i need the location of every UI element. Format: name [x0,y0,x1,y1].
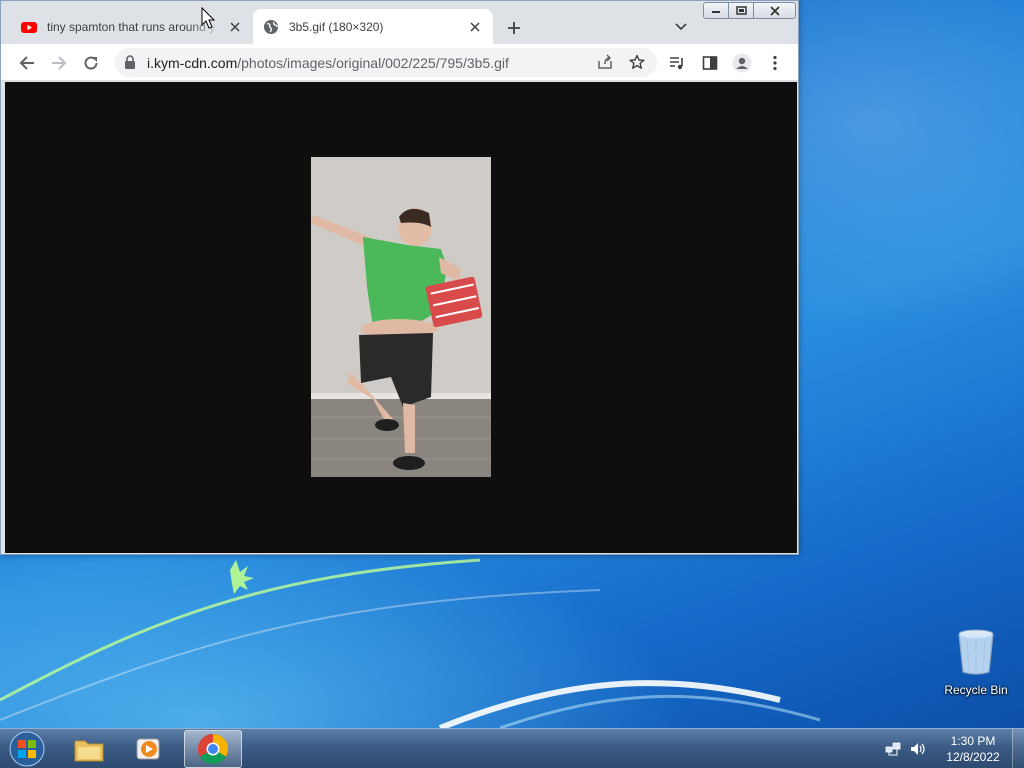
globe-icon [263,19,279,35]
url-host: i.kym-cdn.com [147,55,238,71]
new-tab-button[interactable] [501,15,527,41]
lock-icon[interactable] [124,55,136,72]
taskbar-chrome[interactable] [184,730,242,768]
taskbar-media-player[interactable] [120,730,178,768]
share-icon[interactable] [597,54,613,73]
media-player-icon [136,738,160,760]
profile-avatar-icon[interactable] [728,49,756,77]
network-icon[interactable] [884,740,902,758]
recycle-bin-label: Recycle Bin [944,683,1008,697]
clock-time: 1:30 PM [950,734,996,748]
youtube-icon [21,19,37,35]
chrome-window: tiny spamton that runs around y 3b5.gif … [0,0,799,555]
minimize-button[interactable] [703,2,729,19]
side-panel-icon[interactable] [696,49,724,77]
taskbar-file-explorer[interactable] [60,730,118,768]
back-button[interactable] [13,49,41,77]
forward-button[interactable] [45,49,73,77]
volume-icon[interactable] [908,740,926,758]
taskbar-clock[interactable]: 1:30 PM 12/8/2022 [938,733,1008,765]
tab-title: 3b5.gif (180×320) [289,19,384,34]
close-tab-icon[interactable] [227,19,243,35]
desktop-icon-recycle-bin[interactable]: Recycle Bin [938,628,1014,700]
tab-strip: tiny spamton that runs around y 3b5.gif … [1,1,798,44]
menu-kebab-icon[interactable] [761,49,789,77]
toolbar: i.kym-cdn.com/photos/images/original/002… [1,44,798,81]
system-tray [884,729,932,768]
reload-button[interactable] [77,49,105,77]
media-controls-icon[interactable] [663,49,691,77]
recycle-bin-icon [958,629,994,675]
show-desktop-button[interactable] [1012,729,1024,768]
file-explorer-icon [74,740,104,762]
address-bar[interactable]: i.kym-cdn.com/photos/images/original/002… [115,48,657,77]
bookmark-star-icon[interactable] [629,54,645,73]
chrome-icon [197,734,229,765]
url-text[interactable]: i.kym-cdn.com/photos/images/original/002… [147,55,509,71]
start-button[interactable] [4,730,50,768]
tab-gif[interactable]: 3b5.gif (180×320) [253,9,493,44]
clock-date: 12/8/2022 [946,750,1000,764]
tab-search-chevron-icon[interactable] [669,15,693,39]
gif-image[interactable] [311,157,491,477]
tab-youtube[interactable]: tiny spamton that runs around y [11,9,253,44]
taskbar: 1:30 PM 12/8/2022 [0,728,1024,768]
window-close-button[interactable] [753,2,796,19]
tab-title: tiny spamton that runs around y [47,19,216,34]
page-viewport [5,82,797,553]
close-tab-icon[interactable] [467,19,483,35]
maximize-button[interactable] [728,2,754,19]
mouse-cursor-icon [201,6,216,32]
url-path: /photos/images/original/002/225/795/3b5.… [237,55,509,71]
